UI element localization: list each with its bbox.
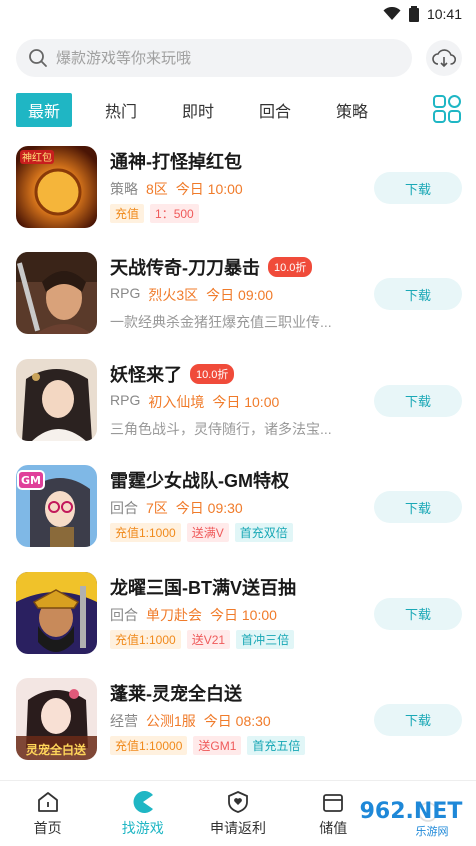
- tab-hot[interactable]: 热门: [93, 93, 149, 127]
- wallet-icon: [323, 793, 344, 812]
- tag: 送满V: [186, 523, 229, 543]
- watermark-logo: 962.NET 乐游网: [352, 794, 470, 840]
- game-genre: RPG: [110, 391, 141, 408]
- wifi-icon: [383, 7, 401, 20]
- search-icon: [29, 49, 47, 67]
- game-icon-leiting: GM: [16, 465, 97, 548]
- download-button[interactable]: 下载: [374, 172, 462, 204]
- clock: 10:41: [426, 6, 462, 22]
- svg-text:962.NET: 962.NET: [360, 799, 463, 824]
- download-button[interactable]: 下载: [374, 491, 462, 524]
- svg-text:乐游网: 乐游网: [416, 825, 449, 838]
- game-genre: 经营: [110, 712, 138, 729]
- battery-icon: [408, 6, 419, 22]
- game-server: 烈火3区: [148, 287, 199, 304]
- search-input[interactable]: [56, 49, 386, 67]
- game-server: 7区: [146, 500, 168, 517]
- tag: 1：500: [150, 204, 199, 223]
- tab-latest[interactable]: 最新: [16, 93, 72, 127]
- tag-list: 充值 1：500: [110, 204, 199, 223]
- game-open-time: 今日 10:00: [212, 393, 280, 410]
- tab-realtime[interactable]: 即时: [170, 93, 226, 127]
- nav-rebate[interactable]: 申请返利: [190, 781, 285, 846]
- game-genre: 回合: [110, 606, 138, 623]
- tab-strategy[interactable]: 策略: [324, 93, 380, 127]
- list-item[interactable]: 龙曜三国-BT满V送百抽 回合 单刀赴会 今日 10:00 充值1:1000 送…: [0, 566, 476, 672]
- shield-heart-icon: [228, 790, 248, 813]
- cloud-download-icon: [432, 49, 456, 68]
- game-server: 单刀赴会: [146, 606, 202, 623]
- game-title: 妖怪来了: [110, 364, 182, 385]
- nav-label: 找游戏: [121, 819, 164, 836]
- download-button[interactable]: 下载: [374, 597, 462, 630]
- download-button[interactable]: 下载: [374, 384, 462, 417]
- grid-view-icon[interactable]: [432, 94, 462, 124]
- game-genre: 策略: [110, 181, 138, 197]
- game-list: 神红包 通神-打怪掉红包 策略 8区 今日 10:00 充值 1：500 下载 …: [0, 140, 476, 778]
- svg-text:GM: GM: [21, 474, 41, 487]
- tag: 充值1:10000: [110, 735, 188, 755]
- tag-list: 充值1:1000 送V21 首冲三倍: [110, 629, 295, 649]
- game-icon-longyao: [16, 571, 97, 654]
- home-icon: [37, 791, 58, 812]
- game-title: 蓬莱-灵宠全白送: [110, 683, 242, 704]
- game-genre: RPG: [110, 285, 141, 302]
- game-open-time: 今日 10:00: [210, 606, 277, 623]
- game-server: 公测1服: [146, 712, 196, 729]
- discount-badge: 10.0折: [190, 363, 235, 384]
- game-genre: 回合: [110, 500, 138, 517]
- game-description: 三角色战斗，灵侍随行，诸多法宝...: [110, 420, 332, 437]
- nav-label: 申请返利: [210, 819, 266, 836]
- list-item[interactable]: GM 雷霆少女战队-GM特权 回合 7区 今日 09:30 充值1:1000 送…: [0, 459, 476, 565]
- status-bar: 10:41: [0, 0, 476, 28]
- game-open-time: 今日 10:00: [175, 181, 243, 197]
- game-title: 天战传奇-刀刀暴击: [110, 258, 260, 279]
- tag: 充值1:1000: [110, 629, 181, 649]
- tag: 送GM1: [193, 735, 242, 755]
- list-item[interactable]: 妖怪来了 10.0折 RPG 初入仙境 今日 10:00 三角色战斗，灵侍随行，…: [0, 353, 476, 459]
- game-icon-yaoguai: [16, 358, 97, 441]
- pacman-icon: [133, 790, 153, 813]
- game-title: 雷霆少女战队-GM特权: [110, 471, 289, 492]
- tab-turn-based[interactable]: 回合: [247, 93, 303, 127]
- game-title: 龙曜三国-BT满V送百抽: [110, 577, 296, 598]
- search-row: [16, 38, 462, 78]
- tag: 首充双倍: [234, 523, 293, 543]
- nav-find-games[interactable]: 找游戏: [95, 781, 190, 846]
- game-title: 通神-打怪掉红包: [110, 152, 242, 172]
- game-icon-penglai: 灵宠全白送: [16, 677, 97, 760]
- game-open-time: 今日 09:30: [175, 500, 243, 517]
- game-open-time: 今日 09:00: [206, 287, 274, 304]
- game-server: 初入仙境: [148, 393, 205, 410]
- nav-label: 首页: [33, 819, 62, 836]
- tag: 首充五倍: [247, 735, 306, 755]
- svg-text:神红包: 神红包: [22, 151, 52, 164]
- list-item[interactable]: 天战传奇-刀刀暴击 10.0折 RPG 烈火3区 今日 09:00 一款经典杀金…: [0, 246, 476, 352]
- download-manager-button[interactable]: [426, 40, 462, 76]
- tag-list: 充值1:10000 送GM1 首充五倍: [110, 735, 306, 755]
- nav-home[interactable]: 首页: [0, 781, 95, 846]
- game-icon-tongshen: 神红包: [16, 146, 97, 228]
- game-icon-tianzhan: [16, 252, 97, 335]
- tag-list: 充值1:1000 送满V 首充双倍: [110, 523, 293, 543]
- category-tabs: 最新 热门 即时 回合 策略: [16, 92, 464, 128]
- search-box[interactable]: [16, 39, 412, 77]
- list-item[interactable]: 灵宠全白送 蓬莱-灵宠全白送 经营 公测1服 今日 08:30 充值1:1000…: [0, 672, 476, 778]
- svg-text:灵宠全白送: 灵宠全白送: [26, 742, 87, 757]
- list-item[interactable]: 神红包 通神-打怪掉红包 策略 8区 今日 10:00 充值 1：500 下载: [0, 140, 476, 246]
- game-description: 一款经典杀金猪狂爆充值三职业传...: [110, 314, 332, 331]
- download-button[interactable]: 下载: [374, 703, 462, 736]
- tag: 充值: [110, 204, 145, 223]
- tag: 送V21: [186, 629, 231, 649]
- game-open-time: 今日 08:30: [203, 712, 271, 729]
- game-server: 8区: [146, 181, 168, 197]
- download-button[interactable]: 下载: [374, 278, 462, 311]
- tag: 首冲三倍: [236, 629, 295, 649]
- tag: 充值1:1000: [110, 523, 181, 543]
- nav-label: 储值: [319, 819, 348, 836]
- discount-badge: 10.0折: [268, 257, 313, 278]
